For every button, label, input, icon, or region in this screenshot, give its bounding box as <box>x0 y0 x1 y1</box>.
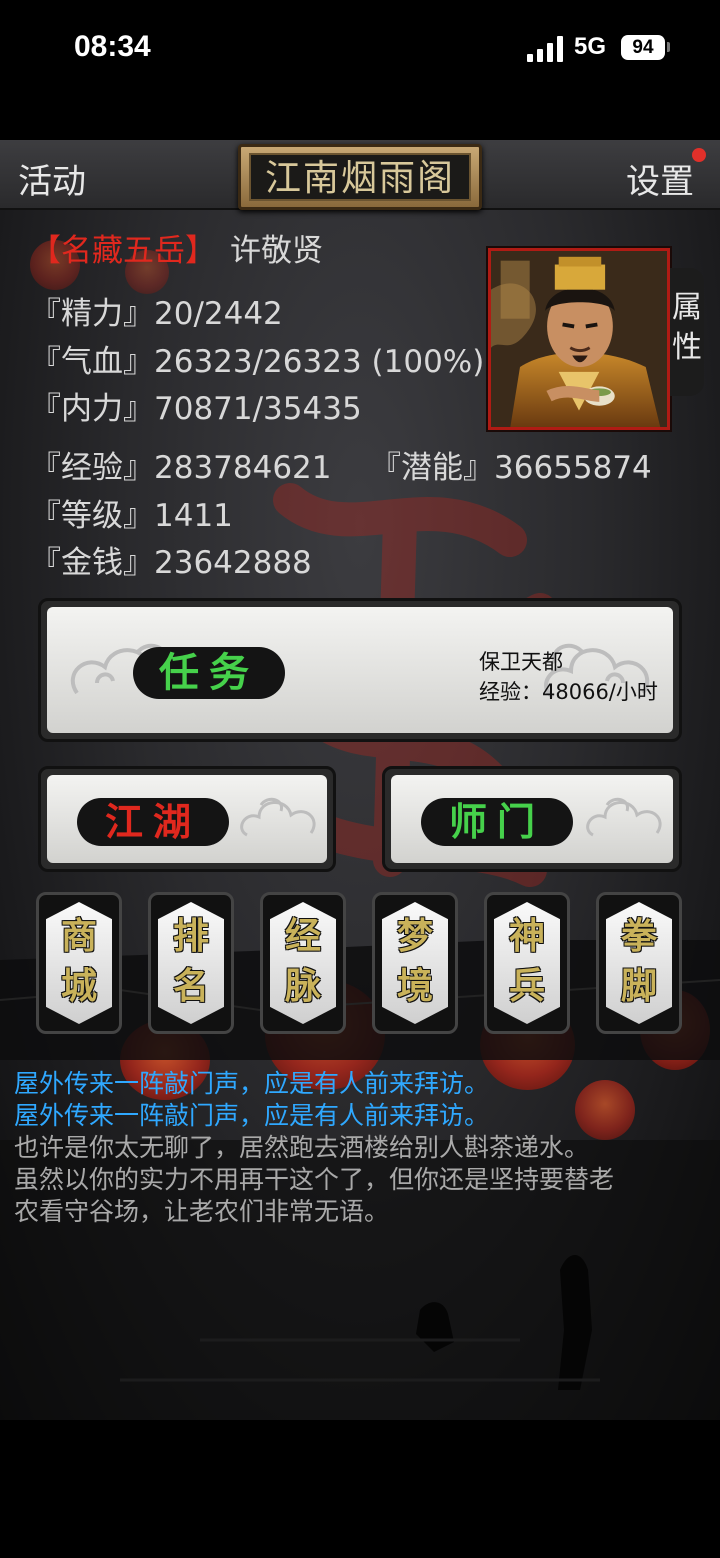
title-plaque: 江南烟雨阁 <box>238 144 482 210</box>
character-name: 许敬贤 <box>230 233 323 269</box>
top-bar: 活动 江南烟雨阁 设置 <box>0 140 720 210</box>
stat-money-value: 23642888 <box>154 545 312 581</box>
quest-button[interactable]: 任务 <box>133 647 285 699</box>
stat-hp-value: 26323/26323 (100%) <box>154 344 485 380</box>
stat-exp-value: 283784621 <box>154 450 332 486</box>
log-line: 屋外传来一阵敲门声，应是有人前来拜访。 <box>14 1069 490 1098</box>
stat-energy-label: 『精力』 <box>30 296 154 332</box>
menu-shop-button[interactable]: 商 城 <box>36 892 122 1034</box>
menu-fist-button[interactable]: 拳 脚 <box>596 892 682 1034</box>
quest-card[interactable]: 任务 保卫天都 经验：48066/小时 <box>38 598 682 742</box>
stat-exp-label: 『经验』 <box>30 450 154 486</box>
stat-exp: 『经验』283784621 <box>30 442 332 487</box>
menu-rank-label: 排 名 <box>172 915 209 1007</box>
stat-level-label: 『等级』 <box>30 498 154 534</box>
shimen-card[interactable]: 师门 <box>382 766 682 872</box>
status-bar: 08:34 5G 94 <box>0 0 720 95</box>
shimen-card-inner: 师门 <box>391 775 673 863</box>
jianghu-button[interactable]: 江湖 <box>77 798 229 846</box>
notification-dot-icon <box>692 148 706 162</box>
quest-card-inner: 任务 保卫天都 经验：48066/小时 <box>47 607 673 733</box>
activity-button[interactable]: 活动 <box>18 154 86 203</box>
shimen-button[interactable]: 师门 <box>421 798 573 846</box>
stat-money: 『金钱』23642888 <box>30 537 312 582</box>
stat-hp: 『气血』26323/26323 (100%) <box>30 336 484 381</box>
signal-icon <box>527 36 563 62</box>
stat-money-label: 『金钱』 <box>30 545 154 581</box>
menu-shop-label: 商 城 <box>60 915 97 1007</box>
battery-tip <box>667 42 670 52</box>
log-line: 屋外传来一阵敲门声，应是有人前来拜访。 <box>14 1101 490 1130</box>
settings-button[interactable]: 设置 <box>626 154 694 203</box>
stat-mp-value: 70871/35435 <box>154 391 362 427</box>
menu-fist-label: 拳 脚 <box>620 915 657 1007</box>
attributes-tab[interactable]: 属 性 <box>670 268 704 396</box>
message-log[interactable]: 屋外传来一阵敲门声，应是有人前来拜访。 屋外传来一阵敲门声，应是有人前来拜访。 … <box>14 1068 710 1228</box>
stat-energy-value: 20/2442 <box>154 296 283 332</box>
menu-meridian-button[interactable]: 经 脉 <box>260 892 346 1034</box>
stat-hp-label: 『气血』 <box>30 344 154 380</box>
stat-mp-label: 『内力』 <box>30 391 154 427</box>
quest-info: 保卫天都 经验：48066/小时 <box>479 647 658 707</box>
log-line: 也许是你太无聊了，居然跑去酒楼给别人斟茶递水。 <box>14 1133 590 1162</box>
log-line: 虽然以你的实力不用再干这个了，但你还是坚持要替老 <box>14 1165 615 1194</box>
game-title: 江南烟雨阁 <box>249 153 471 201</box>
menu-rank-button[interactable]: 排 名 <box>148 892 234 1034</box>
network-label: 5G <box>574 33 607 60</box>
stat-level-value: 1411 <box>154 498 233 534</box>
log-line: 农看守谷场，让老农们非常无语。 <box>14 1197 390 1226</box>
status-time: 08:34 <box>74 30 151 63</box>
stat-potential-value: 36655874 <box>494 450 652 486</box>
attributes-tab-label: 属 性 <box>672 290 702 365</box>
stat-energy: 『精力』20/2442 <box>30 288 283 333</box>
stat-mp: 『内力』70871/35435 <box>30 383 362 428</box>
menu-weapon-label: 神 兵 <box>508 915 545 1007</box>
quest-name: 保卫天都 <box>479 650 563 674</box>
character-title: 【名藏五岳】 <box>30 233 216 269</box>
stat-level: 『等级』1411 <box>30 490 233 535</box>
cloud-ornament-icon <box>240 797 316 837</box>
stat-potential-label: 『潜能』 <box>370 450 494 486</box>
stat-potential: 『潜能』36655874 <box>370 442 652 487</box>
jianghu-card-inner: 江湖 <box>47 775 327 863</box>
menu-dream-label: 梦 境 <box>396 915 433 1007</box>
jianghu-card[interactable]: 江湖 <box>38 766 336 872</box>
game-panel: 活动 江南烟雨阁 设置 【名藏五岳】 许敬贤 『精力』20/2442 『气血』2… <box>0 140 720 1420</box>
cloud-ornament-icon <box>586 797 662 837</box>
portrait-image[interactable] <box>488 248 670 430</box>
menu-dream-button[interactable]: 梦 境 <box>372 892 458 1034</box>
quest-exp-rate: 经验：48066/小时 <box>479 680 658 704</box>
portrait-art <box>491 251 667 427</box>
menu-meridian-label: 经 脉 <box>284 915 321 1007</box>
battery-icon: 94 <box>621 35 665 60</box>
menu-weapon-button[interactable]: 神 兵 <box>484 892 570 1034</box>
